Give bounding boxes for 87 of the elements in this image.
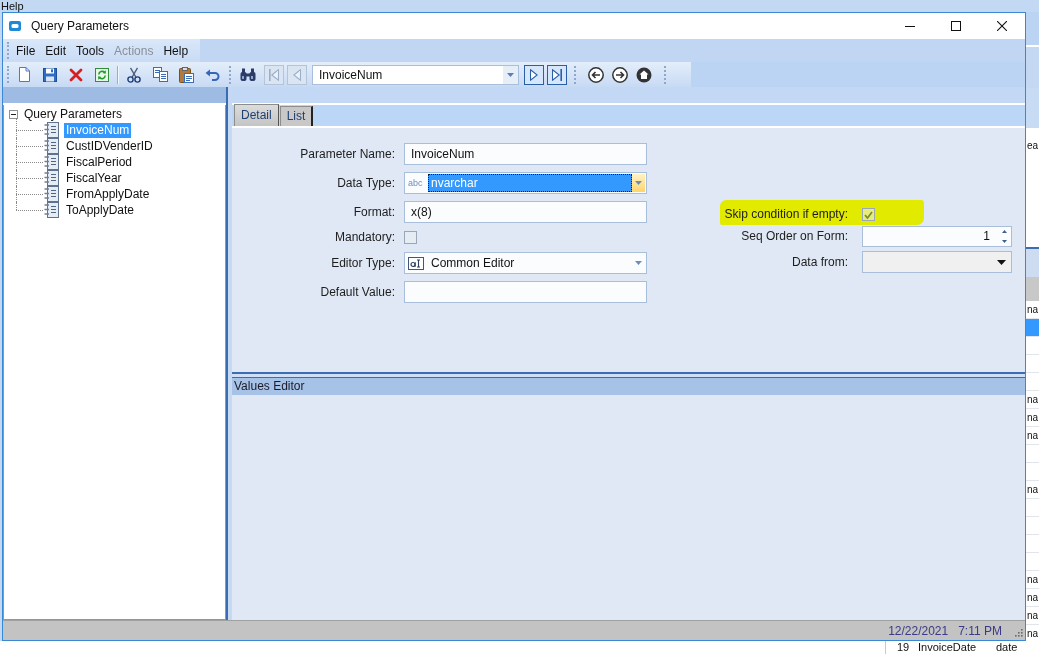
combo-value: Common Editor bbox=[430, 255, 516, 272]
app-icon bbox=[9, 21, 21, 31]
field-label: Seq Order on Form: bbox=[740, 229, 848, 244]
list-icon bbox=[44, 202, 60, 218]
table-cell-text: InvoiceDate bbox=[918, 641, 978, 654]
menu-item[interactable]: Help bbox=[158, 41, 194, 60]
maximize-icon bbox=[951, 21, 961, 31]
next-record-button[interactable] bbox=[524, 64, 544, 85]
values-editor-header: Values Editor bbox=[232, 378, 1025, 395]
record-combo[interactable]: InvoiceNum bbox=[312, 64, 519, 85]
document-icon bbox=[18, 67, 30, 82]
text-field[interactable]: InvoiceNum bbox=[404, 143, 647, 165]
field-label: Editor Type: bbox=[330, 255, 395, 271]
caret-down-icon bbox=[507, 72, 514, 77]
resize-grip-icon[interactable] bbox=[1014, 628, 1023, 637]
minimize-icon bbox=[905, 25, 915, 27]
caret-down-icon bbox=[635, 181, 642, 185]
menu-item[interactable]: File bbox=[11, 41, 41, 60]
caret-up-icon bbox=[1002, 230, 1007, 234]
tree-item[interactable]: Query Parameters bbox=[24, 107, 123, 121]
caret-down-icon bbox=[997, 259, 1006, 265]
cross-icon bbox=[69, 67, 83, 82]
field-label: Data Type: bbox=[336, 175, 395, 191]
text-type-icon: abc bbox=[408, 174, 428, 192]
table-cell-text: date bbox=[996, 641, 1019, 654]
column-header bbox=[1026, 277, 1039, 301]
grid-row[interactable] bbox=[1026, 319, 1039, 337]
skip-forward-icon bbox=[552, 68, 562, 81]
field-label: Skip condition if empty: bbox=[723, 207, 848, 222]
triangle-right-icon bbox=[530, 68, 538, 81]
home-icon bbox=[636, 66, 652, 83]
tree-item[interactable]: FromApplyDate bbox=[64, 186, 152, 202]
menu-item[interactable]: Tools bbox=[71, 41, 110, 60]
list-icon bbox=[44, 138, 60, 154]
collapse-icon[interactable] bbox=[9, 109, 18, 119]
tab[interactable]: Detail bbox=[234, 104, 279, 126]
window-title: Query Parameters bbox=[31, 19, 130, 33]
caret-down-icon bbox=[1002, 239, 1007, 243]
status-date: 12/22/2021 bbox=[888, 623, 949, 638]
table-cell-text: 19 bbox=[896, 641, 911, 654]
grid-text: ea bbox=[1026, 139, 1039, 153]
status-time: 7:11 PM bbox=[958, 623, 1002, 638]
list-icon bbox=[44, 170, 60, 186]
tab[interactable]: List bbox=[279, 106, 314, 126]
field-label: Mandatory: bbox=[333, 230, 395, 245]
dropdown-field[interactable]: abc nvarchar bbox=[404, 172, 647, 194]
combo-value: nvarchar bbox=[428, 174, 632, 192]
menu-item[interactable]: Edit bbox=[40, 41, 72, 60]
tree-item[interactable]: CustIDVenderID bbox=[64, 138, 155, 154]
spin-value: 1 bbox=[982, 228, 991, 245]
tab-strip bbox=[1026, 249, 1039, 277]
checkbox[interactable] bbox=[862, 208, 875, 221]
field-label: Data from: bbox=[791, 254, 848, 270]
field-label: Format: bbox=[352, 204, 395, 220]
caret-down-icon bbox=[635, 261, 642, 265]
text-field[interactable] bbox=[404, 281, 647, 303]
list-icon bbox=[44, 154, 60, 170]
text-field[interactable]: x(8) bbox=[404, 201, 647, 223]
close-icon bbox=[997, 21, 1007, 31]
copy-icon bbox=[152, 67, 168, 82]
list-icon bbox=[44, 186, 60, 202]
spin-field[interactable]: 1 bbox=[862, 226, 1012, 247]
text-editor-icon bbox=[408, 256, 424, 270]
arrow-right-circle-icon bbox=[612, 66, 628, 83]
last-record-button[interactable] bbox=[547, 64, 567, 85]
skip-back-icon bbox=[269, 68, 279, 81]
dropdown-field[interactable] bbox=[862, 251, 1012, 273]
checkmark-icon bbox=[864, 210, 873, 219]
field-label: Parameter Name: bbox=[299, 146, 395, 162]
undo-arrow-icon bbox=[204, 68, 220, 81]
clipboard-icon bbox=[178, 66, 194, 83]
tree-item[interactable]: FiscalYear bbox=[64, 170, 124, 186]
tree-item[interactable]: FiscalPeriod bbox=[64, 154, 135, 170]
tree-item[interactable]: ToApplyDate bbox=[64, 202, 137, 218]
arrow-left-circle-icon bbox=[588, 66, 604, 83]
field-label: Default Value: bbox=[319, 284, 395, 300]
refresh-icon bbox=[95, 67, 109, 82]
checkbox[interactable] bbox=[404, 231, 417, 244]
triangle-left-icon bbox=[293, 68, 301, 81]
binoculars-icon bbox=[240, 68, 256, 81]
dropdown-button[interactable] bbox=[503, 65, 518, 84]
list-icon bbox=[44, 122, 60, 138]
menu-item[interactable]: Help bbox=[0, 0, 25, 12]
scissors-icon bbox=[127, 66, 141, 83]
combo-value: InvoiceNum bbox=[318, 66, 384, 84]
dropdown-button[interactable] bbox=[632, 174, 645, 192]
dropdown-field[interactable]: Common Editor bbox=[404, 252, 647, 274]
